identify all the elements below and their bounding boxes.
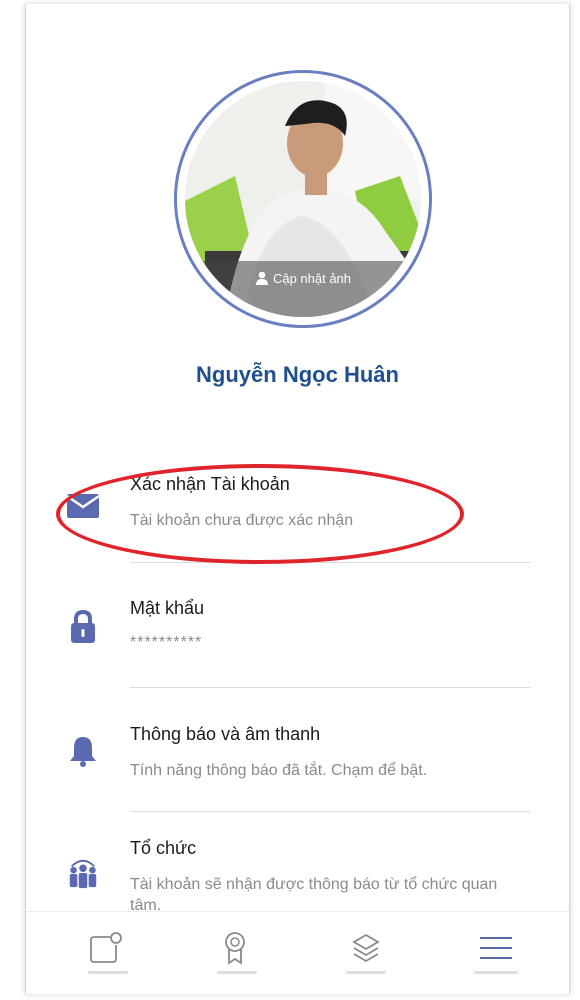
menu-icon — [480, 937, 512, 959]
menu-item-title: Thông báo và âm thanh — [130, 724, 321, 744]
lock-icon — [66, 610, 100, 644]
avatar[interactable]: Cập nhật ảnh — [174, 70, 432, 328]
nav-indicator — [474, 971, 518, 974]
update-photo-button[interactable]: Cập nhật ảnh — [185, 261, 421, 317]
nav-layers[interactable] — [344, 926, 388, 970]
person-icon — [255, 271, 269, 285]
menu-item-notifications-sound[interactable]: Thông báo và âm thanh Tính năng thông bá… — [26, 716, 569, 812]
organization-icon — [66, 856, 100, 890]
update-photo-label: Cập nhật ảnh — [272, 271, 352, 286]
bottom-nav — [26, 911, 569, 994]
menu-item-verify-account[interactable]: Xác nhận Tài khoản Tài khoản chưa được x… — [26, 466, 569, 562]
nav-new-post[interactable] — [84, 926, 128, 970]
divider — [130, 687, 531, 688]
menu-item-title: Tổ chức — [130, 838, 197, 858]
envelope-icon — [66, 488, 100, 522]
badge-icon — [225, 932, 245, 965]
profile-photo: Cập nhật ảnh — [185, 81, 421, 317]
bell-icon — [66, 734, 100, 768]
divider — [130, 811, 531, 812]
nav-indicator — [346, 971, 386, 974]
new-post-icon — [90, 932, 122, 963]
nav-badge[interactable] — [213, 926, 257, 970]
menu-item-title: Xác nhận Tài khoản — [130, 474, 290, 494]
menu-item-subtitle: Tài khoản chưa được xác nhận — [130, 512, 354, 529]
menu-item-password[interactable]: Mật khẩu ********** — [26, 592, 569, 688]
divider — [130, 562, 531, 563]
user-name: Nguyễn Ngọc Huân — [196, 362, 399, 387]
nav-menu[interactable] — [474, 926, 518, 970]
phone-screen: Cập nhật ảnh Nguyễn Ngọc Huân Xác nhận T… — [25, 4, 570, 994]
nav-indicator — [217, 971, 257, 974]
menu-item-subtitle: ********** — [130, 634, 203, 651]
menu-item-subtitle: Tính năng thông báo đã tắt. Chạm để bật. — [130, 762, 428, 779]
menu-item-subtitle: Tài khoản sẽ nhận được thông báo từ tổ c… — [130, 876, 498, 914]
menu-item-title: Mật khẩu — [130, 598, 205, 618]
nav-indicator — [88, 971, 128, 974]
menu-item-organization[interactable]: Tổ chức Tài khoản sẽ nhận được thông báo… — [26, 834, 569, 914]
layers-icon — [352, 933, 380, 963]
